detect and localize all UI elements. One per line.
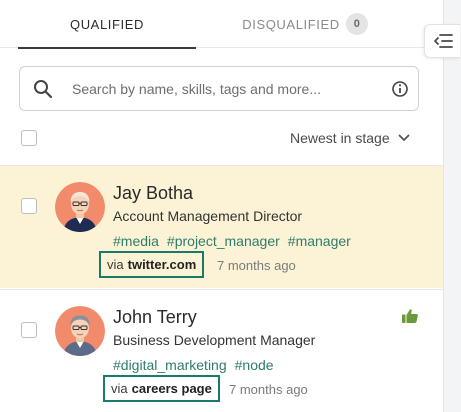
chevron-down-icon	[398, 134, 410, 141]
candidate-tags: #digital_marketing #node	[113, 357, 282, 373]
tab-qualified[interactable]: QUALIFIED	[18, 0, 196, 49]
avatar	[55, 306, 105, 356]
info-icon[interactable]	[391, 80, 409, 103]
candidate-source: via twitter.com	[99, 251, 205, 278]
candidate-name[interactable]: Jay Botha	[113, 183, 193, 204]
disqualified-count-badge: 0	[345, 13, 368, 35]
select-all-checkbox[interactable]	[21, 130, 37, 146]
tag[interactable]: #project_manager	[167, 233, 280, 249]
thumbs-up-icon[interactable]	[401, 308, 419, 329]
source-name: twitter.com	[127, 257, 197, 272]
candidate-list-panel: QUALIFIED DISQUALIFIED 0 Newest in stage	[0, 0, 443, 412]
tab-disqualified[interactable]: DISQUALIFIED 0	[200, 0, 410, 48]
candidate-checkbox[interactable]	[21, 322, 37, 338]
candidate-time: 7 months ago	[229, 382, 308, 397]
source-name: careers page	[131, 381, 212, 396]
candidate-title: Business Development Manager	[113, 332, 316, 348]
candidate-source: via careers page	[103, 375, 220, 402]
tag[interactable]: #digital_marketing	[113, 357, 227, 373]
tab-disqualified-label: DISQUALIFIED	[242, 16, 340, 32]
tag[interactable]: #media	[113, 233, 159, 249]
tab-qualified-label: QUALIFIED	[69, 16, 145, 32]
tag[interactable]: #manager	[288, 233, 351, 249]
candidate-tags: #media #project_manager #manager	[113, 233, 359, 249]
candidate-time: 7 months ago	[217, 258, 296, 273]
collapse-panel-button[interactable]	[424, 24, 460, 58]
candidate-title: Account Management Director	[113, 208, 303, 224]
candidate-checkbox[interactable]	[21, 198, 37, 214]
candidate-row[interactable]: John Terry Business Development Manager …	[0, 289, 443, 412]
source-via-label: via	[107, 257, 124, 272]
right-sidebar	[443, 0, 461, 412]
search-box	[19, 66, 419, 111]
avatar	[55, 182, 105, 232]
search-input[interactable]	[72, 78, 382, 100]
tag[interactable]: #node	[235, 357, 274, 373]
sort-dropdown[interactable]: Newest in stage	[290, 128, 410, 148]
collapse-panel-icon	[433, 34, 453, 48]
candidate-name[interactable]: John Terry	[113, 307, 197, 328]
source-via-label: via	[111, 381, 128, 396]
search-icon	[33, 79, 53, 104]
candidate-row[interactable]: Jay Botha Account Management Director #m…	[0, 165, 443, 288]
stage-tabs: QUALIFIED DISQUALIFIED 0	[0, 0, 443, 49]
sort-label: Newest in stage	[290, 130, 390, 146]
